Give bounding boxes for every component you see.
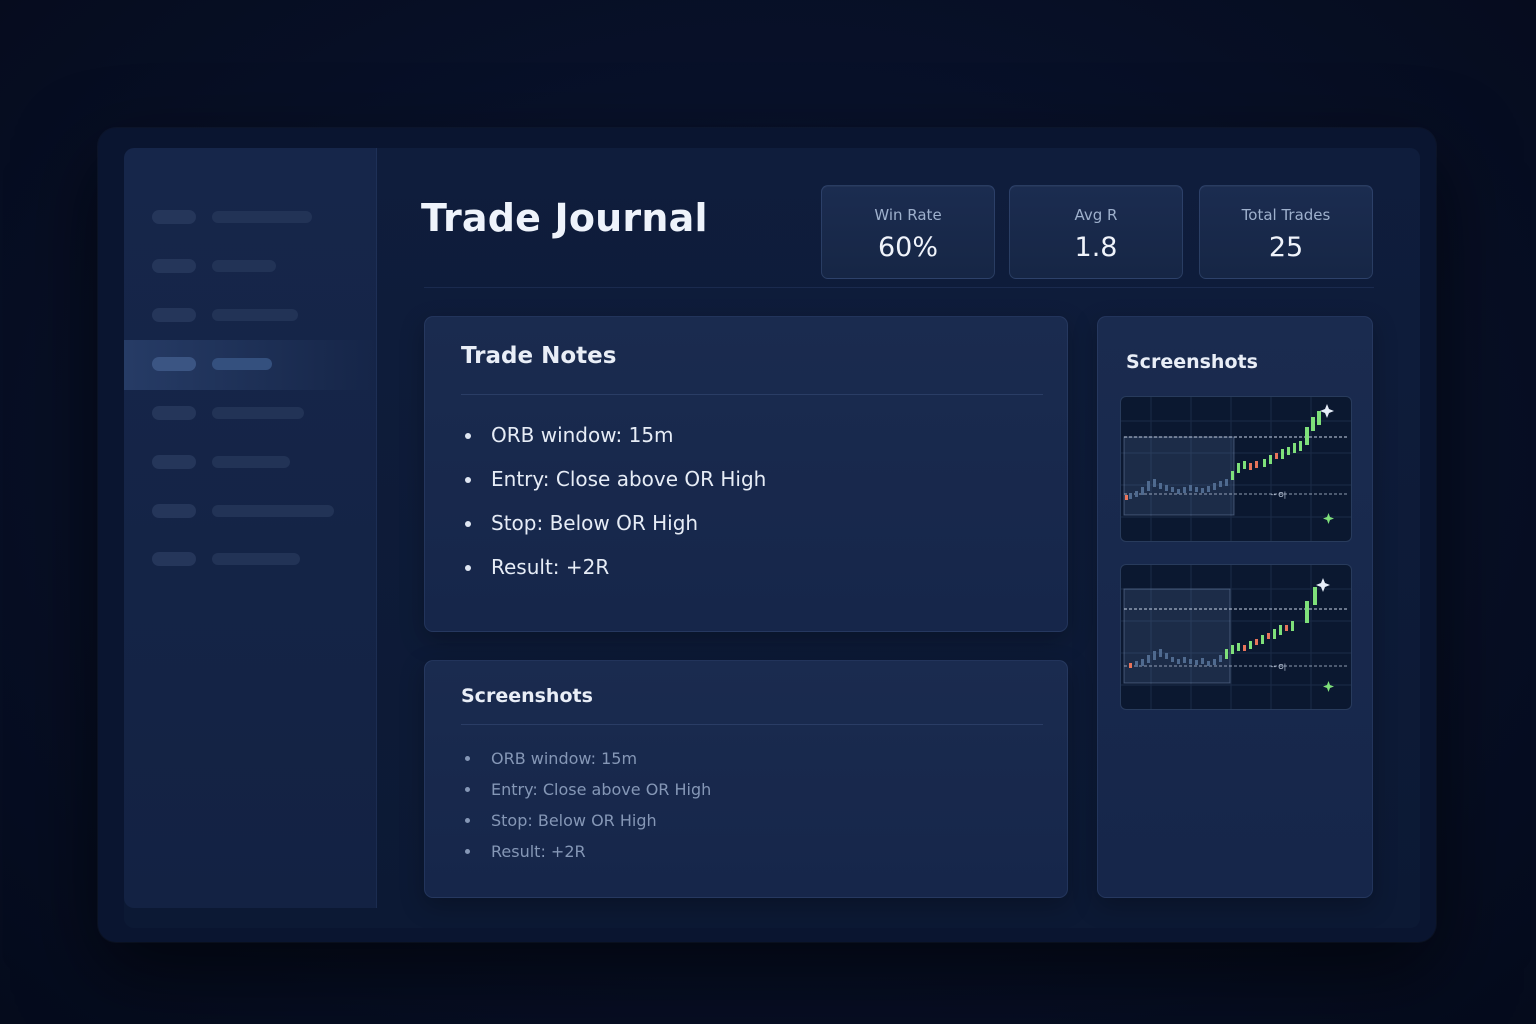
bullet	[465, 433, 471, 439]
trade-notes-list: ORB window: 15m Entry: Close above OR Hi…	[461, 423, 766, 599]
bullet	[465, 565, 471, 571]
card-divider	[461, 724, 1043, 725]
bullet	[465, 849, 470, 854]
list-item: ORB window: 15m	[461, 423, 766, 467]
bullet	[465, 818, 470, 823]
stat-label: Win Rate	[874, 206, 942, 224]
sidebar	[124, 148, 377, 908]
nav-item-label	[212, 260, 276, 272]
screenshots-notes-card: Screenshots ORB window: 15m Entry: Close…	[424, 660, 1068, 898]
list-item: Entry: Close above OR High	[461, 467, 766, 511]
nav-item-icon	[152, 455, 196, 469]
list-item: Stop: Below OR High	[461, 511, 766, 555]
note-text: ORB window: 15m	[491, 423, 674, 447]
sidebar-item[interactable]	[124, 534, 376, 584]
list-item: Stop: Below OR High	[461, 811, 711, 842]
nav-item-label	[212, 456, 290, 468]
list-item: Result: +2R	[461, 555, 766, 599]
nav-item-label	[212, 309, 298, 321]
panel-title: Screenshots	[1126, 351, 1258, 373]
note-text: Stop: Below OR High	[491, 811, 657, 830]
nav-item-icon	[152, 504, 196, 518]
screenshots-panel: Screenshots -- O| -- O|	[1097, 316, 1373, 898]
sparkle-icon	[1323, 681, 1334, 692]
page-title: Trade Journal	[421, 196, 708, 240]
screenshot-thumbnail[interactable]: -- O|	[1120, 564, 1352, 710]
stat-label: Total Trades	[1241, 206, 1331, 224]
screenshot-thumbnail[interactable]: -- O|	[1120, 396, 1352, 542]
stat-card-total-trades: Total Trades 25	[1199, 185, 1373, 279]
stat-value: 25	[1268, 232, 1304, 263]
note-text: Result: +2R	[491, 842, 586, 861]
nav-item-label	[212, 505, 334, 517]
nav-item-icon	[152, 308, 196, 322]
sidebar-item[interactable]	[124, 290, 376, 340]
sidebar-item[interactable]	[124, 486, 376, 536]
nav-item-icon	[152, 210, 196, 224]
list-item: ORB window: 15m	[461, 749, 711, 780]
app-window: Trade Journal Win Rate 60% Avg R 1.8 Tot…	[124, 148, 1420, 928]
sparkle-icon	[1320, 404, 1334, 418]
card-title: Screenshots	[461, 685, 593, 707]
stat-card-win-rate: Win Rate 60%	[821, 185, 995, 279]
note-text: ORB window: 15m	[491, 749, 638, 768]
note-text: Entry: Close above OR High	[491, 467, 767, 491]
sidebar-item[interactable]	[124, 241, 376, 291]
note-text: Result: +2R	[491, 555, 610, 579]
nav-item-icon	[152, 357, 196, 371]
sparkle-icon	[1323, 513, 1334, 524]
stat-card-avg-r: Avg R 1.8	[1009, 185, 1183, 279]
bullet	[465, 787, 470, 792]
header-divider	[424, 287, 1374, 288]
sidebar-item[interactable]	[124, 437, 376, 487]
sidebar-item-active[interactable]	[124, 340, 376, 390]
stat-label: Avg R	[1074, 206, 1118, 224]
nav-item-icon	[152, 406, 196, 420]
bullet	[465, 756, 470, 761]
list-item: Result: +2R	[461, 842, 711, 873]
card-divider	[461, 394, 1043, 395]
list-item: Entry: Close above OR High	[461, 780, 711, 811]
svg-text:-- O|: -- O|	[1271, 491, 1286, 499]
candlestick-chart-icon: -- O|	[1121, 565, 1351, 709]
sidebar-item[interactable]	[124, 388, 376, 438]
nav-item-icon	[152, 552, 196, 566]
nav-item-label	[212, 553, 300, 565]
nav-item-icon	[152, 259, 196, 273]
svg-text:-- O|: -- O|	[1271, 663, 1286, 671]
candlestick-chart-icon: -- O|	[1121, 397, 1351, 541]
card-title: Trade Notes	[461, 343, 617, 369]
stat-value: 60%	[877, 232, 938, 263]
nav-item-label	[212, 358, 272, 370]
bullet	[465, 521, 471, 527]
nav-item-label	[212, 407, 304, 419]
nav-item-label	[212, 211, 312, 223]
sparkle-icon	[1316, 578, 1330, 592]
bullet	[465, 477, 471, 483]
sidebar-item[interactable]	[124, 192, 376, 242]
screenshots-notes-list: ORB window: 15m Entry: Close above OR Hi…	[461, 749, 711, 873]
note-text: Stop: Below OR High	[491, 511, 699, 535]
trade-notes-card: Trade Notes ORB window: 15m Entry: Close…	[424, 316, 1068, 632]
stat-value: 1.8	[1074, 232, 1118, 263]
note-text: Entry: Close above OR High	[491, 780, 712, 799]
